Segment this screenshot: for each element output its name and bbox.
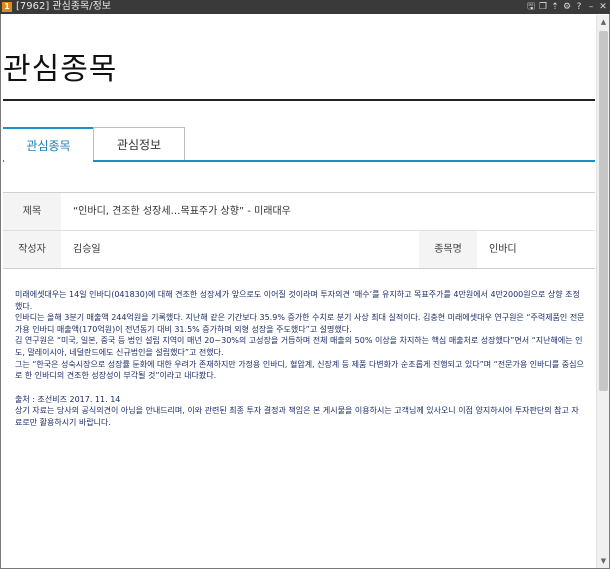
article-body: 미래에셋대우는 14일 인바디(041830)에 대해 견조한 성장세가 앞으로…	[15, 289, 585, 429]
stock-name-value: 인바디	[489, 244, 517, 255]
article-paragraph: 그는 “한국은 성숙시장으로 성장률 둔화에 대한 우려가 존재하지만 가정용 …	[15, 359, 584, 381]
article-paragraph: 미래에셋대우는 14일 인바디(041830)에 대해 견조한 성장세가 앞으로…	[15, 290, 580, 311]
help-icon[interactable]: ?	[574, 0, 584, 14]
scroll-up-icon[interactable]: ▲	[597, 15, 610, 29]
subject-label: 제목	[3, 193, 61, 230]
close-icon[interactable]: ✕	[598, 0, 608, 14]
author-value: 김승일	[73, 244, 101, 255]
subject-value: “인바디, 견조한 성장세…목표주가 상향” - 미래대우	[73, 206, 291, 217]
window-controls: 🖫 ❐ ⇡ ⚙ ? – ✕	[526, 0, 608, 14]
title-divider	[3, 99, 595, 101]
tab-watch-info[interactable]: 관심정보	[93, 127, 185, 161]
author-row: 작성자 김승일 종목명 인바디	[3, 231, 595, 269]
app-icon: 1	[2, 2, 12, 12]
settings-icon[interactable]: ⚙	[562, 0, 572, 14]
pin-icon[interactable]: ⇡	[550, 0, 560, 14]
scroll-thumb[interactable]	[599, 31, 608, 391]
article-paragraph: 김 연구원은 “미국, 일본, 중국 등 법인 설립 지역이 매년 20~30%…	[15, 336, 583, 357]
article-source: 출처 : 조선비즈 2017. 11. 14	[15, 394, 121, 404]
article-paragraph: 인바디는 올해 3분기 매출액 244억원을 기록했다. 지난해 같은 기간보다…	[15, 313, 585, 334]
subject-row: 제목 “인바디, 견조한 성장세…목표주가 상향” - 미래대우	[3, 193, 595, 231]
article-info-table: 제목 “인바디, 견조한 성장세…목표주가 상향” - 미래대우 작성자 김승일…	[3, 192, 595, 269]
window-title: [7962] 관심종목/정보	[16, 1, 111, 12]
article-disclaimer: 상기 자료는 당사의 공식의견이 아님을 안내드리며, 이와 관련된 최종 투자…	[15, 406, 579, 427]
restore-window-icon[interactable]: ❐	[538, 0, 548, 14]
minimize-icon[interactable]: –	[586, 0, 596, 14]
scroll-down-icon[interactable]: ▼	[597, 554, 610, 568]
vertical-scrollbar[interactable]: ▲ ▼	[596, 15, 609, 568]
window-titlebar[interactable]: 1 [7962] 관심종목/정보 🖫 ❐ ⇡ ⚙ ? – ✕	[0, 0, 610, 14]
tab-watchlist[interactable]: 관심종목	[3, 127, 94, 161]
author-label: 작성자	[3, 231, 61, 268]
stock-name-label: 종목명	[419, 231, 477, 268]
page-title: 관심종목	[3, 52, 118, 87]
save-icon[interactable]: 🖫	[526, 0, 536, 14]
